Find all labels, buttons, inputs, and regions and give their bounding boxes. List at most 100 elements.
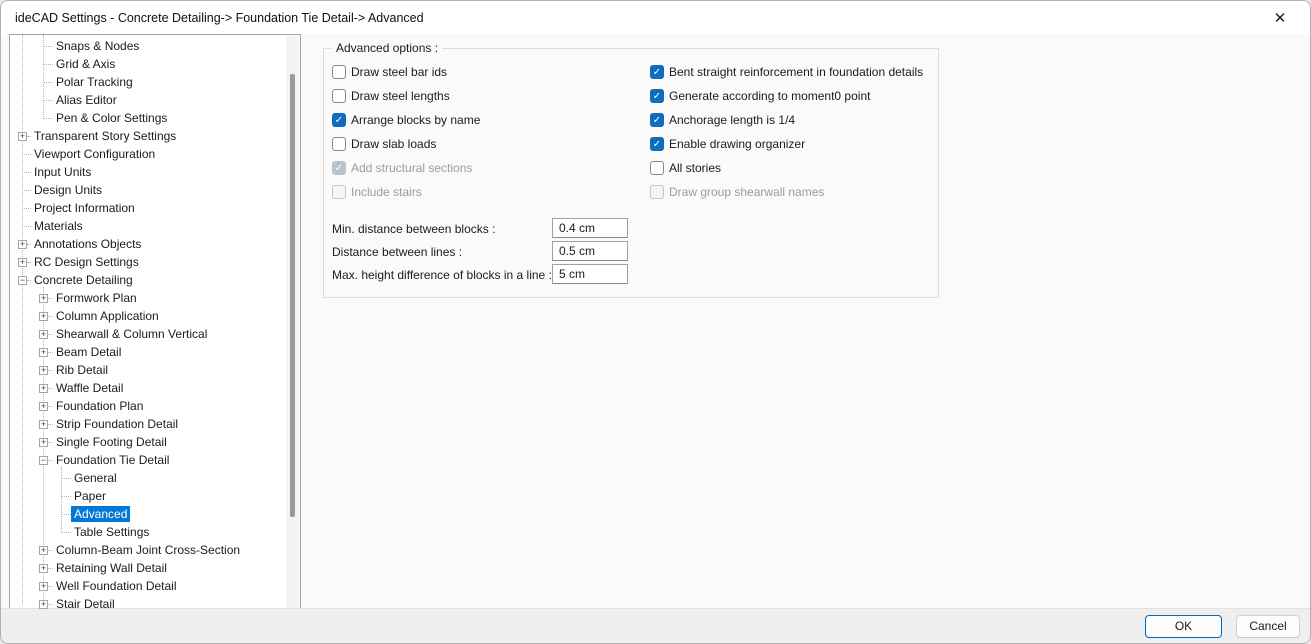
tree-item-strip-foundation-detail[interactable]: + Strip Foundation Detail (10, 415, 286, 433)
tree-item-column-application[interactable]: + Column Application (10, 307, 286, 325)
tree-item-label: General (74, 471, 117, 485)
tree-item-viewport-configuration[interactable]: Viewport Configuration (10, 145, 286, 163)
checked-checkbox-icon[interactable]: ✓ (650, 89, 664, 103)
close-icon[interactable]: ✕ (1264, 6, 1296, 30)
tree-item-label: Table Settings (74, 525, 150, 539)
tree-item-waffle-detail[interactable]: + Waffle Detail (10, 379, 286, 397)
cancel-button[interactable]: Cancel (1236, 614, 1300, 638)
tree-item-table-settings[interactable]: Table Settings (10, 523, 286, 541)
tree-item-column-beam-joint-cross-section[interactable]: + Column-Beam Joint Cross-Section (10, 541, 286, 559)
tree-item-paper[interactable]: Paper (10, 487, 286, 505)
tree-item-transparent-story-settings[interactable]: + Transparent Story Settings (10, 127, 286, 145)
checkbox-include-stairs: Include stairs (332, 180, 480, 204)
expand-icon[interactable]: + (39, 437, 48, 447)
checkbox-draw-steel-bar-ids[interactable]: Draw steel bar ids (332, 60, 480, 84)
checkbox-all-stories[interactable]: All stories (650, 156, 923, 180)
tree-item-shearwall-column-vertical[interactable]: + Shearwall & Column Vertical (10, 325, 286, 343)
checkbox-label: Generate according to moment0 point (669, 89, 871, 103)
tree-item-foundation-plan[interactable]: + Foundation Plan (10, 397, 286, 415)
tree-item-label: Column Application (56, 309, 159, 323)
tree-item-foundation-tie-detail[interactable]: − Foundation Tie Detail (10, 451, 286, 469)
checked-checkbox-icon[interactable]: ✓ (332, 113, 346, 127)
tree-item-rib-detail[interactable]: + Rib Detail (10, 361, 286, 379)
unchecked-checkbox-icon[interactable] (332, 65, 346, 79)
tree-item-general[interactable]: General (10, 469, 286, 487)
expand-icon[interactable]: + (39, 383, 48, 393)
tree-item-alias-editor[interactable]: Alias Editor (10, 91, 286, 109)
expand-icon[interactable]: + (39, 419, 48, 429)
tree-connector (22, 225, 31, 227)
checkbox-label: Enable drawing organizer (669, 137, 806, 151)
tree-item-label: RC Design Settings (34, 255, 139, 269)
tree-item-project-information[interactable]: Project Information (10, 199, 286, 217)
checkbox-label: Add structural sections (351, 161, 473, 175)
expand-icon[interactable]: + (39, 563, 48, 573)
tree-item-polar-tracking[interactable]: Polar Tracking (10, 73, 286, 91)
tree-item-advanced[interactable]: Advanced (10, 505, 286, 523)
tree-item-single-footing-detail[interactable]: + Single Footing Detail (10, 433, 286, 451)
tree-connector (22, 207, 31, 209)
tree-item-annotations-objects[interactable]: + Annotations Objects (10, 235, 286, 253)
tree-item-formwork-plan[interactable]: + Formwork Plan (10, 289, 286, 307)
checkbox-label: Arrange blocks by name (351, 113, 481, 127)
checkbox-draw-steel-lengths[interactable]: Draw steel lengths (332, 84, 480, 108)
checked-checkbox-icon[interactable]: ✓ (650, 137, 664, 151)
checkbox-add-structural-sections: ✓ Add structural sections (332, 156, 480, 180)
tree-item-rc-design-settings[interactable]: + RC Design Settings (10, 253, 286, 271)
tree-item-label: Well Foundation Detail (56, 579, 177, 593)
tree-connector (43, 99, 53, 101)
tree-item-concrete-detailing[interactable]: − Concrete Detailing (10, 271, 286, 289)
tree-scrollbar[interactable] (286, 36, 299, 609)
unchecked-checkbox-icon[interactable] (332, 137, 346, 151)
tree-item-pen-color-settings[interactable]: Pen & Color Settings (10, 109, 286, 127)
tree-item-label: Beam Detail (56, 345, 122, 359)
expand-icon[interactable]: + (39, 311, 48, 321)
field-row: Distance between lines : 0.5 cm (332, 240, 892, 263)
tree-item-input-units[interactable]: Input Units (10, 163, 286, 181)
checkbox-anchorage-length-is-1-4[interactable]: ✓ Anchorage length is 1/4 (650, 108, 923, 132)
expand-icon[interactable]: + (39, 329, 48, 339)
collapse-icon[interactable]: − (39, 455, 48, 465)
input-max-height-difference-of-blocks-in-a-line[interactable]: 5 cm (552, 264, 628, 284)
tree-item-retaining-wall-detail[interactable]: + Retaining Wall Detail (10, 559, 286, 577)
expand-icon[interactable]: + (18, 257, 27, 267)
expand-icon[interactable]: + (39, 293, 48, 303)
expand-icon[interactable]: + (18, 239, 27, 249)
tree-item-snaps-nodes[interactable]: Snaps & Nodes (10, 37, 286, 55)
tree-item-beam-detail[interactable]: + Beam Detail (10, 343, 286, 361)
checkbox-draw-slab-loads[interactable]: Draw slab loads (332, 132, 480, 156)
checkbox-bent-straight-reinforcement-in-foundation-details[interactable]: ✓ Bent straight reinforcement in foundati… (650, 60, 923, 84)
tree-item-grid-axis[interactable]: Grid & Axis (10, 55, 286, 73)
tree-connector (61, 495, 71, 497)
unchecked-checkbox-icon (650, 185, 664, 199)
unchecked-checkbox-icon[interactable] (650, 161, 664, 175)
checkbox-generate-according-to-moment0-point[interactable]: ✓ Generate according to moment0 point (650, 84, 923, 108)
tree-item-materials[interactable]: Materials (10, 217, 286, 235)
expand-icon[interactable]: + (18, 131, 27, 141)
tree-connector (43, 117, 53, 119)
checkbox-enable-drawing-organizer[interactable]: ✓ Enable drawing organizer (650, 132, 923, 156)
tree-item-stair-detail[interactable]: + Stair Detail (10, 595, 286, 610)
unchecked-checkbox-icon[interactable] (332, 89, 346, 103)
tree-scrollbar-thumb[interactable] (290, 74, 295, 517)
expand-icon[interactable]: + (39, 545, 48, 555)
tree-item-label: Single Footing Detail (56, 435, 167, 449)
checked-checkbox-icon: ✓ (332, 161, 346, 175)
checkbox-label: Draw group shearwall names (669, 185, 825, 199)
input-distance-between-lines[interactable]: 0.5 cm (552, 241, 628, 261)
expand-icon[interactable]: + (39, 581, 48, 591)
ok-button[interactable]: OK (1145, 614, 1222, 638)
expand-icon[interactable]: + (39, 365, 48, 375)
checkbox-draw-group-shearwall-names: Draw group shearwall names (650, 180, 923, 204)
checkbox-arrange-blocks-by-name[interactable]: ✓ Arrange blocks by name (332, 108, 480, 132)
field-row: Max. height difference of blocks in a li… (332, 263, 892, 286)
checked-checkbox-icon[interactable]: ✓ (650, 65, 664, 79)
expand-icon[interactable]: + (39, 401, 48, 411)
tree-item-design-units[interactable]: Design Units (10, 181, 286, 199)
input-min-distance-between-blocks[interactable]: 0.4 cm (552, 218, 628, 238)
tree-item-well-foundation-detail[interactable]: + Well Foundation Detail (10, 577, 286, 595)
checked-checkbox-icon[interactable]: ✓ (650, 113, 664, 127)
collapse-icon[interactable]: − (18, 275, 27, 285)
expand-icon[interactable]: + (39, 599, 48, 609)
expand-icon[interactable]: + (39, 347, 48, 357)
